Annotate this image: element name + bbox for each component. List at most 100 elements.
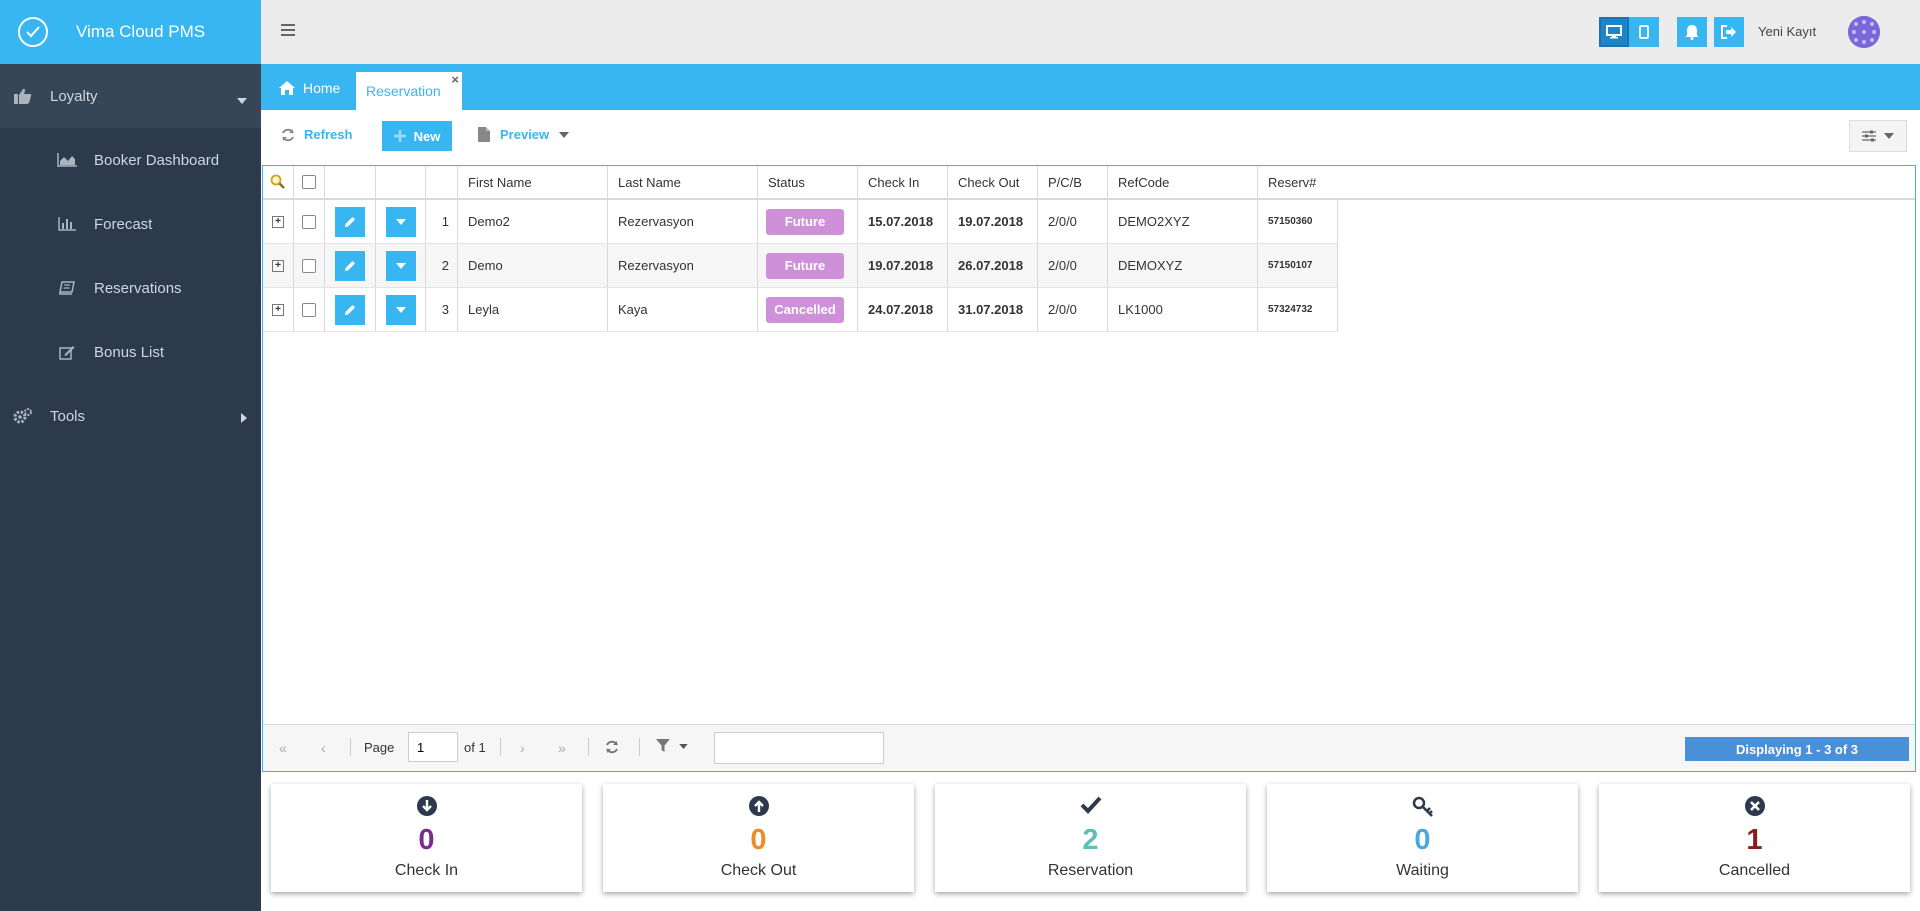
stat-label: Check Out — [720, 862, 797, 879]
cell-first-name: Demo — [458, 244, 608, 287]
cell-first-name: Demo2 — [458, 200, 608, 243]
edit-row-button[interactable] — [335, 206, 365, 237]
plus-icon — [393, 130, 406, 142]
cell-check-out: 19.07.2018 — [948, 200, 1038, 243]
area-chart-icon — [56, 153, 78, 167]
refresh-label: Refresh — [304, 127, 353, 142]
sidebar-item-label: Forecast — [94, 215, 153, 233]
row-actions-dropdown[interactable] — [385, 250, 416, 281]
column-check-in[interactable]: Check In — [858, 166, 948, 198]
cell-pcb: 2/0/0 — [1038, 200, 1108, 243]
cell-last-name: Rezervasyon — [608, 244, 758, 287]
grid-search-input[interactable] — [714, 732, 884, 764]
desktop-view-button[interactable] — [1599, 17, 1629, 47]
next-page-icon[interactable]: › — [520, 740, 525, 756]
column-refcode[interactable]: RefCode — [1108, 166, 1258, 198]
expand-row-icon[interactable]: + — [272, 303, 284, 316]
user-name[interactable]: Yeni Kayıt — [1758, 24, 1816, 39]
book-icon — [56, 281, 78, 295]
sidebar-item-forecast[interactable]: Forecast — [0, 192, 261, 256]
sidebar-group-tools[interactable]: Tools — [0, 384, 261, 448]
caret-down-icon — [679, 743, 688, 749]
action-column-header — [376, 166, 426, 198]
sidebar-group-loyalty[interactable]: Loyalty — [0, 64, 261, 128]
refresh-button[interactable]: Refresh — [281, 127, 352, 142]
index-column-header — [426, 166, 458, 198]
sign-out-icon — [1721, 25, 1736, 39]
row-index: 2 — [426, 244, 458, 287]
row-checkbox[interactable] — [302, 214, 316, 229]
table-row[interactable]: + 1 Demo2 Rezervasyon Future 15.07.2018 … — [263, 200, 1338, 244]
new-label: New — [413, 128, 441, 144]
tablet-view-button[interactable] — [1629, 17, 1659, 47]
brand[interactable]: Vima Cloud PMS — [0, 0, 261, 64]
arrow-up-circle-icon — [603, 796, 914, 816]
check-logo-icon — [18, 17, 48, 47]
reload-icon[interactable] — [605, 740, 619, 757]
stat-card-reservation[interactable]: 2 Reservation — [935, 784, 1246, 892]
status-badge: Cancelled — [766, 296, 844, 323]
column-last-name[interactable]: Last Name — [608, 166, 758, 198]
stat-label: Check In — [394, 862, 459, 879]
stat-card-cancelled[interactable]: 1 Cancelled — [1599, 784, 1910, 892]
new-button[interactable]: New — [382, 121, 452, 151]
sidebar-item-bonus-list[interactable]: Bonus List — [0, 320, 261, 384]
stat-card-check-in[interactable]: 0 Check In — [271, 784, 582, 892]
expand-row-icon[interactable]: + — [272, 259, 284, 272]
column-reserv-no[interactable]: Reserv# — [1258, 166, 1338, 198]
logout-button[interactable] — [1714, 17, 1744, 47]
caret-right-icon — [241, 410, 247, 427]
arrow-down-circle-icon — [271, 796, 582, 816]
select-all-checkbox[interactable] — [302, 175, 316, 189]
preview-button[interactable]: Preview — [478, 127, 570, 142]
row-actions-dropdown[interactable] — [385, 206, 416, 237]
grid-body: + 1 Demo2 Rezervasyon Future 15.07.2018 … — [263, 200, 1338, 332]
column-settings-button[interactable] — [1849, 120, 1907, 152]
column-check-out[interactable]: Check Out — [948, 166, 1038, 198]
table-row[interactable]: + 3 Leyla Kaya Cancelled 24.07.2018 31.0… — [263, 288, 1338, 332]
stat-card-waiting[interactable]: 0 Waiting — [1267, 784, 1578, 892]
expand-row-icon[interactable]: + — [272, 215, 284, 228]
avatar[interactable] — [1848, 16, 1880, 48]
row-actions-dropdown[interactable] — [385, 294, 416, 325]
bell-icon — [1685, 25, 1699, 40]
caret-down-icon — [395, 262, 406, 269]
tablet-icon — [1639, 25, 1649, 39]
cell-check-in: 24.07.2018 — [858, 288, 948, 331]
sidebar-item-reservations[interactable]: Reservations — [0, 256, 261, 320]
row-checkbox[interactable] — [302, 258, 316, 273]
prev-page-icon[interactable]: ‹ — [321, 740, 326, 756]
edit-row-button[interactable] — [335, 250, 365, 281]
stat-card-check-out[interactable]: 0 Check Out — [603, 784, 914, 892]
page-number-input[interactable] — [408, 732, 458, 762]
sidebar: Vima Cloud PMS Loyalty Booker Dashboard … — [0, 0, 261, 911]
tab-home[interactable]: Home — [279, 80, 340, 96]
preview-label: Preview — [500, 127, 550, 142]
desktop-icon — [1606, 25, 1622, 39]
row-checkbox[interactable] — [302, 302, 316, 317]
hamburger-menu-icon[interactable] — [281, 24, 295, 39]
edit-row-button[interactable] — [335, 294, 365, 325]
stat-value: 2 — [1082, 824, 1099, 856]
column-status[interactable]: Status — [758, 166, 858, 198]
cell-last-name: Rezervasyon — [608, 200, 758, 243]
column-pcb[interactable]: P/C/B — [1038, 166, 1108, 198]
tab-reservation[interactable]: Reservation × — [356, 72, 462, 110]
sidebar-item-label: Bonus List — [94, 343, 165, 361]
table-row[interactable]: + 2 Demo Rezervasyon Future 19.07.2018 2… — [263, 244, 1338, 288]
cell-check-out: 31.07.2018 — [948, 288, 1038, 331]
pager: « ‹ Page of 1 › » Displaying 1 - 3 of 3 — [263, 724, 1915, 771]
last-page-icon[interactable]: » — [558, 740, 566, 756]
reservation-grid: First Name Last Name Status Check In Che… — [262, 165, 1916, 772]
row-index: 3 — [426, 288, 458, 331]
thumbs-up-icon — [12, 88, 34, 104]
first-page-icon[interactable]: « — [279, 740, 287, 756]
grid-search-toggle[interactable] — [263, 166, 294, 198]
tab-reservation-label: Reservation — [366, 83, 441, 99]
filter-dropdown[interactable] — [656, 739, 688, 753]
notifications-button[interactable] — [1677, 17, 1707, 47]
sidebar-item-booker-dashboard[interactable]: Booker Dashboard — [0, 128, 261, 192]
page-count: of 1 — [464, 740, 486, 755]
column-first-name[interactable]: First Name — [458, 166, 608, 198]
close-tab-icon[interactable]: × — [451, 73, 459, 86]
